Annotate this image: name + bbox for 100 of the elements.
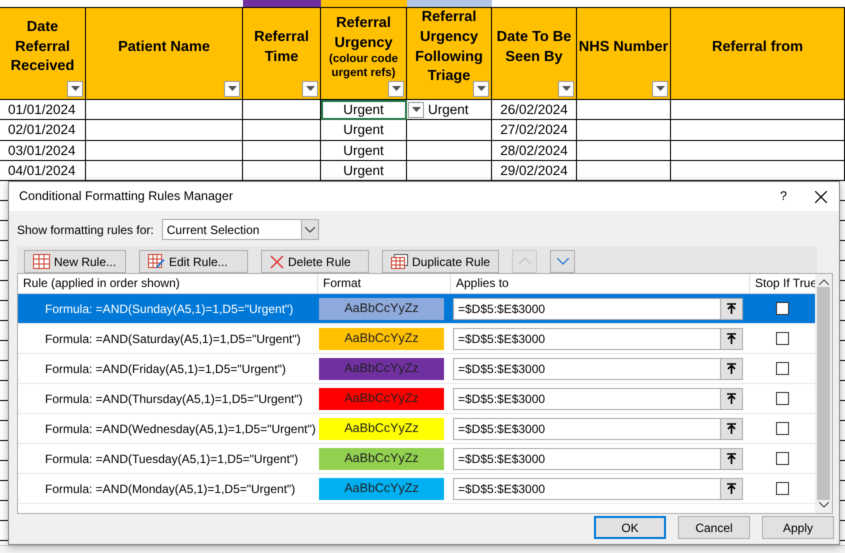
column-header: NHS Number [578, 38, 668, 57]
table-cell: 04/01/2024 [8, 162, 76, 178]
format-preview: AaBbCcYyZz [319, 448, 444, 470]
table-cell[interactable]: Urgent [321, 100, 407, 120]
filter-button[interactable] [302, 81, 318, 97]
delete-rule-button[interactable]: Delete Rule [261, 250, 369, 273]
rule-formula: Formula: =AND(Friday(A5,1)=1,D5="Urgent") [44, 360, 287, 378]
table-cell: 27/02/2024 [500, 122, 568, 138]
column-header: Referral Time [253, 28, 310, 66]
checkbox[interactable] [776, 392, 789, 405]
filter-button[interactable] [558, 81, 574, 97]
table-cell: Urgent [428, 102, 469, 117]
new-rule-button[interactable]: New Rule... [24, 250, 126, 273]
header-note: (colour code urgent refs) [328, 53, 399, 81]
move-down-button[interactable] [550, 250, 576, 273]
table-cell[interactable]: Urgent [321, 120, 407, 141]
caret-icon [70, 86, 80, 92]
close-icon [270, 254, 284, 268]
dialog-button[interactable]: Apply [762, 516, 834, 539]
filter-button[interactable] [224, 81, 240, 97]
chevron-down-icon [304, 226, 315, 232]
table-cell: 02/01/2024 [8, 122, 76, 138]
rule-formula: Formula: =AND(Wednesday(A5,1)=1,D5="Urgent") [44, 420, 317, 438]
chevron-down-icon [556, 258, 569, 265]
collapse-icon[interactable] [720, 478, 743, 500]
edit-rule-button[interactable]: Edit Rule... [139, 250, 248, 273]
help-button[interactable]: ? [780, 187, 787, 206]
column-header: Referral Urgency [333, 14, 394, 53]
table-cell[interactable]: Urgent [321, 140, 407, 161]
duplicate-rule-button[interactable]: Duplicate Rule [382, 250, 500, 273]
applies-to-field[interactable]: =$D$5:$E$3000 [453, 328, 720, 350]
table-cell: 01/01/2024 [8, 102, 76, 117]
caret-icon [656, 86, 664, 92]
applies-to-field[interactable]: =$D$5:$E$3000 [453, 418, 720, 440]
checkbox[interactable] [776, 452, 789, 465]
dialog-button[interactable]: Cancel [678, 516, 750, 539]
format-preview: AaBbCcYyZz [319, 298, 444, 320]
dialog-button[interactable]: OK [594, 516, 666, 539]
column-header: Referral from [712, 38, 804, 57]
scrollbar-thumb[interactable] [817, 287, 830, 500]
table-cell: 26/02/2024 [500, 102, 568, 117]
field-label: Show formatting rules for: [17, 222, 154, 238]
column-header: Date Referral Received [10, 18, 76, 76]
table-icon [33, 254, 50, 269]
applies-to-field[interactable]: =$D$5:$E$3000 [453, 478, 720, 500]
collapse-icon[interactable] [720, 358, 743, 380]
column-header: Referral Urgency Following Triage [414, 8, 484, 86]
rule-row[interactable]: Formula: =AND(Tuesday(A5,1)=1,D5="Urgent") AaBbCcYyZz =$D$5:$E$3000 [18, 444, 815, 474]
chevron-up-icon [518, 258, 531, 265]
applies-to-field[interactable]: =$D$5:$E$3000 [453, 448, 720, 470]
dropdown-button[interactable] [408, 102, 424, 118]
format-preview: AaBbCcYyZz [319, 418, 444, 440]
checkbox[interactable] [776, 302, 789, 315]
rule-row[interactable]: Formula: =AND(Wednesday(A5,1)=1,D5="Urgent") AaBbCcYyZz =$D$5:$E$3000 [18, 414, 815, 444]
caret-icon [306, 86, 314, 92]
collapse-icon[interactable] [720, 448, 743, 470]
column-header: Format [318, 274, 451, 293]
format-preview: AaBbCcYyZz [319, 328, 444, 350]
caret-icon [476, 86, 486, 92]
table-cell: 03/01/2024 [8, 142, 76, 158]
checkbox[interactable] [776, 332, 789, 345]
rule-row[interactable]: Formula: =AND(Friday(A5,1)=1,D5="Urgent") AaBbCcYyZz =$D$5:$E$3000 [18, 354, 815, 384]
rule-formula: Formula: =AND(Thursday(A5,1)=1,D5="Urgent") [44, 390, 304, 408]
checkbox[interactable] [776, 422, 789, 435]
chevron-down-icon[interactable] [818, 502, 828, 508]
checkbox[interactable] [776, 482, 789, 495]
scope-dropdown[interactable]: Current Selection [162, 219, 319, 240]
table-icon [391, 254, 408, 269]
column-header: Date To Be Seen By [496, 28, 572, 66]
table-cell: 28/02/2024 [500, 142, 568, 158]
filter-button[interactable] [473, 81, 489, 97]
collapse-icon[interactable] [720, 298, 743, 320]
collapse-icon[interactable] [720, 418, 743, 440]
collapse-icon[interactable] [720, 328, 743, 350]
rule-formula: Formula: =AND(Monday(A5,1)=1,D5="Urgent") [44, 480, 296, 498]
applies-to-field[interactable]: =$D$5:$E$3000 [453, 298, 720, 320]
format-preview: AaBbCcYyZz [319, 358, 444, 380]
caret-icon [228, 86, 236, 92]
filter-button[interactable] [652, 81, 668, 97]
filter-button[interactable] [388, 81, 404, 97]
collapse-icon[interactable] [720, 388, 743, 410]
column-header: Rule (applied in order shown) [18, 274, 318, 293]
caret-icon [412, 107, 420, 113]
applies-to-field[interactable]: =$D$5:$E$3000 [453, 388, 720, 410]
applies-to-field[interactable]: =$D$5:$E$3000 [453, 358, 720, 380]
rule-formula: Formula: =AND(Sunday(A5,1)=1,D5="Urgent") [44, 300, 294, 318]
scrollbar[interactable] [815, 274, 832, 513]
rule-row[interactable]: Formula: =AND(Saturday(A5,1)=1,D5="Urgent") AaBbCcYyZz =$D$5:$E$3000 [18, 324, 815, 354]
chevron-up-icon[interactable] [818, 279, 828, 285]
rule-row[interactable]: Formula: =AND(Sunday(A5,1)=1,D5="Urgent") AaBbCcYyZz =$D$5:$E$3000 [18, 294, 815, 324]
caret-icon [562, 86, 570, 92]
rule-row[interactable]: Formula: =AND(Monday(A5,1)=1,D5="Urgent") AaBbCcYyZz =$D$5:$E$3000 [18, 474, 815, 504]
rule-formula: Formula: =AND(Tuesday(A5,1)=1,D5="Urgent") [44, 450, 300, 468]
close-icon[interactable] [815, 190, 827, 202]
rule-formula: Formula: =AND(Saturday(A5,1)=1,D5="Urgent") [44, 330, 302, 348]
table-pencil-icon [148, 254, 165, 269]
filter-button[interactable] [67, 81, 83, 97]
column-header: Applies to [451, 274, 750, 293]
rule-row[interactable]: Formula: =AND(Thursday(A5,1)=1,D5="Urgent") AaBbCcYyZz =$D$5:$E$3000 [18, 384, 815, 414]
checkbox[interactable] [776, 362, 789, 375]
